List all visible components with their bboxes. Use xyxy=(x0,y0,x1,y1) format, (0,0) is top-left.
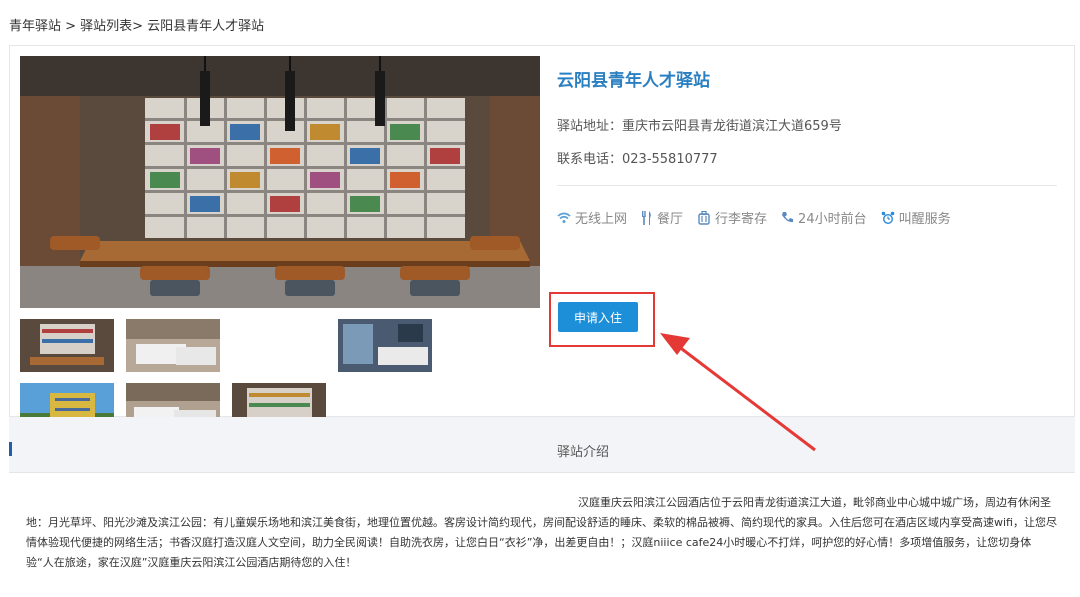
intro-body: 汉庭重庆云阳滨江公园酒店位于云阳青龙街道滨江大道，毗邻商业中心城中城广场，周边有… xyxy=(9,472,1075,597)
thumbnail-library-1[interactable] xyxy=(20,319,114,372)
amenity-24h-desk: 24小时前台 xyxy=(781,208,867,227)
apply-checkin-button[interactable]: 申请入住 xyxy=(558,302,638,332)
main-photo-library[interactable] xyxy=(20,56,540,308)
amenity-restaurant: 餐厅 xyxy=(641,208,683,227)
station-detail-panel: 云阳县青年人才驿站 驿站地址：重庆市云阳县青龙街道滨江大道659号 联系电话：0… xyxy=(9,45,1075,597)
amenity-luggage: 行李寄存 xyxy=(697,208,767,227)
station-info: 云阳县青年人才驿站 驿站地址：重庆市云阳县青龙街道滨江大道659号 联系电话：0… xyxy=(557,46,1067,418)
breadcrumb[interactable]: 青年驿站 > 驿站列表> 云阳县青年人才驿站 xyxy=(9,15,264,34)
alarm-clock-icon xyxy=(881,211,895,225)
amenity-label: 无线上网 xyxy=(575,212,628,227)
thumbnail-bedroom-1[interactable] xyxy=(126,319,220,372)
wifi-icon xyxy=(557,212,571,224)
station-address: 驿站地址：重庆市云阳县青龙街道滨江大道659号 xyxy=(557,119,842,134)
section-marker xyxy=(9,442,12,456)
amenities-list: 无线上网 餐厅 行李寄存 24小时前台 叫醒服务 xyxy=(557,208,951,227)
amenity-wifi: 无线上网 xyxy=(557,208,627,227)
station-card: 云阳县青年人才驿站 驿站地址：重庆市云阳县青龙街道滨江大道659号 联系电话：0… xyxy=(9,45,1075,500)
amenity-label: 餐厅 xyxy=(657,212,684,227)
station-phone: 联系电话：023-55810777 xyxy=(557,152,718,167)
thumbnail-bedroom-2[interactable] xyxy=(338,319,432,372)
divider xyxy=(557,185,1057,186)
amenity-label: 24小时前台 xyxy=(798,212,867,227)
station-title: 云阳县青年人才驿站 xyxy=(557,71,710,91)
amenity-label: 行李寄存 xyxy=(715,212,768,227)
luggage-icon xyxy=(697,210,711,225)
intro-text: 汉庭重庆云阳滨江公园酒店位于云阳青龙街道滨江大道，毗邻商业中心城中城广场，周边有… xyxy=(26,496,1057,569)
amenity-label: 叫醒服务 xyxy=(898,212,951,227)
amenity-wakeup: 叫醒服务 xyxy=(881,208,951,227)
intro-header: 驿站介绍 xyxy=(9,417,1075,480)
intro-title: 驿站介绍 xyxy=(557,445,610,460)
phone-icon xyxy=(781,211,794,224)
restaurant-icon xyxy=(641,210,653,225)
